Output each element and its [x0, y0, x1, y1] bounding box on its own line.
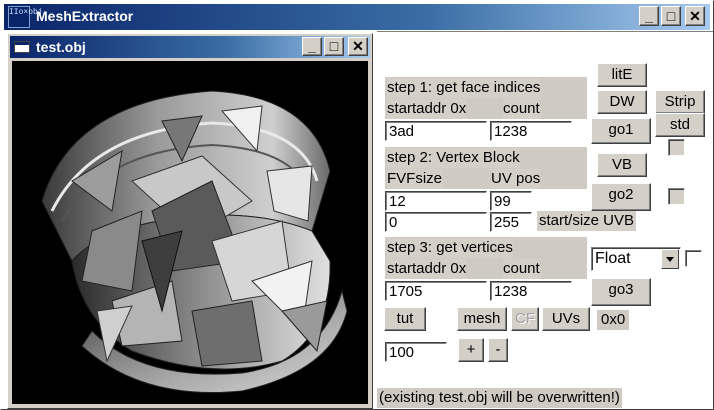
uvs-button[interactable]: UVs	[542, 307, 590, 331]
close-button[interactable]: ✕	[685, 6, 705, 26]
document-icon	[14, 41, 30, 53]
vertex-format-dropdown[interactable]: Float	[591, 247, 681, 271]
tut-button[interactable]: tut	[384, 307, 426, 331]
cf-button[interactable]: CF	[511, 307, 539, 331]
scale-input[interactable]	[385, 342, 447, 362]
step3-startaddr-input[interactable]	[385, 281, 487, 301]
strip-button[interactable]: Strip	[655, 90, 705, 114]
step1-count-input[interactable]	[490, 121, 572, 141]
minimize-button[interactable]: _	[639, 6, 659, 26]
vb-button[interactable]: VB	[597, 153, 647, 177]
preview-maximize-button[interactable]: □	[324, 37, 344, 56]
uvb-label: start/size UVB	[537, 211, 637, 231]
overwrite-warning: (existing test.obj will be overwritten!)	[377, 388, 622, 408]
chevron-down-icon[interactable]	[661, 249, 679, 269]
step2-heading: step 2: Vertex Block	[387, 148, 520, 168]
plus-button[interactable]: +	[458, 338, 484, 362]
preview-caption-buttons: _ □ ✕	[302, 37, 368, 56]
std-button[interactable]: std	[655, 113, 705, 137]
step1-heading: step 1: get face indices	[387, 78, 541, 98]
uv-pos-input[interactable]	[490, 191, 532, 211]
preview-minimize-button[interactable]: _	[302, 37, 322, 56]
title-bar[interactable]: IIo×obj MeshExtractor _ □ ✕	[4, 4, 710, 30]
preview-close-button[interactable]: ✕	[348, 37, 368, 56]
step2-uvpos-label: UV pos	[491, 169, 541, 189]
step3-heading: step 3: get vertices	[387, 238, 513, 258]
window-caption-buttons: _ □ ✕	[639, 6, 705, 26]
dw-button[interactable]: DW	[597, 90, 647, 114]
preview-title: test.obj	[36, 39, 86, 55]
maximize-button[interactable]: □	[661, 6, 681, 26]
mesh-render	[41, 90, 348, 394]
go3-button[interactable]: go3	[591, 278, 651, 306]
std-checkbox[interactable]	[668, 139, 685, 156]
app-icon: IIo×obj	[8, 6, 43, 28]
step1-startaddr-input[interactable]	[385, 121, 487, 141]
obj-preview-window: test.obj _ □ ✕	[7, 33, 373, 409]
step1-startaddr-label: startaddr 0x	[387, 99, 467, 119]
mesh-3d-viewport[interactable]	[12, 61, 368, 404]
uvb-start-input[interactable]	[385, 212, 487, 232]
lite-button[interactable]: litE	[597, 63, 647, 87]
uvb-size-input[interactable]	[490, 212, 532, 232]
step3-count-input[interactable]	[490, 281, 572, 301]
offset-readout: 0x0	[597, 310, 630, 330]
mesh-button[interactable]: mesh	[457, 307, 507, 331]
panel-divider	[377, 31, 713, 32]
step3-count-label: count	[503, 259, 540, 279]
go2-button[interactable]: go2	[591, 183, 651, 211]
format-checkbox[interactable]	[685, 250, 702, 267]
step2-fvf-label: FVFsize	[387, 169, 443, 189]
vertex-format-selected: Float	[595, 250, 631, 267]
step1-count-label: count	[503, 99, 540, 119]
go1-button[interactable]: go1	[591, 118, 651, 144]
preview-title-bar[interactable]: test.obj _ □ ✕	[10, 36, 370, 58]
fvf-size-input[interactable]	[385, 191, 487, 211]
minus-button[interactable]: -	[488, 338, 508, 362]
go2-checkbox[interactable]	[668, 188, 685, 205]
window-title: MeshExtractor	[36, 8, 134, 24]
step3-startaddr-label: startaddr 0x	[387, 259, 467, 279]
mesh-extractor-window: IIo×obj MeshExtractor _ □ ✕ test.obj _ □…	[0, 0, 714, 410]
